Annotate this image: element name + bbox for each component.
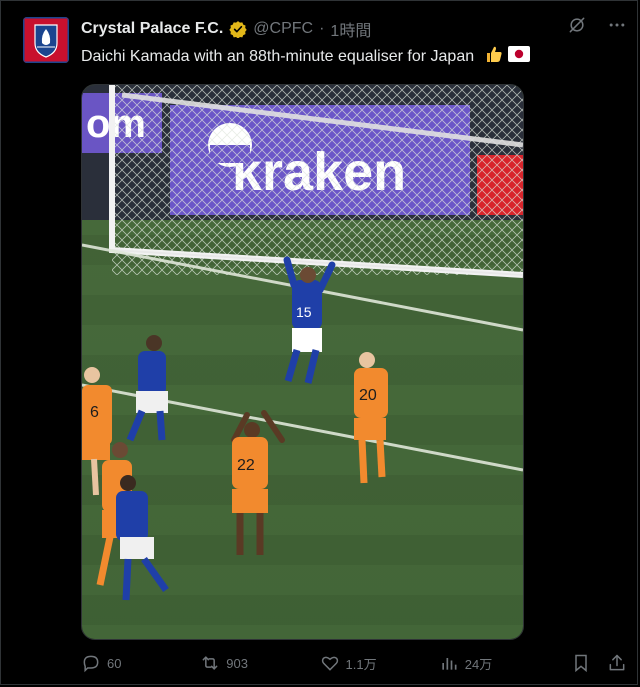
views-button[interactable]: 24万 [439,653,559,673]
heart-icon [321,656,338,671]
thumbs-up-emoji-icon [484,44,504,69]
player-6-number: 6 [90,404,99,421]
japan-flag-emoji-icon [508,46,531,67]
player-22-number: 22 [237,457,255,474]
share-icon [609,654,625,671]
action-bar: 60 903 1.1万 24万 [81,651,627,675]
verified-badge-icon [229,20,247,39]
player-15-number: 15 [296,304,312,320]
tweet-body: Daichi Kamada with an 88th-minute equali… [81,47,475,65]
reply-button[interactable]: 60 [81,653,200,673]
retweet-button[interactable]: 903 [200,653,319,673]
tweet-timestamp[interactable]: 1時間 [330,17,371,41]
like-button[interactable]: 1.1万 [320,653,439,673]
share-button[interactable] [607,653,627,673]
grok-icon[interactable] [567,15,587,35]
header-actions [567,15,627,35]
player-20-number: 20 [359,387,377,404]
retweet-count: 903 [226,655,248,671]
avatar[interactable] [23,17,69,63]
like-count: 1.1万 [345,656,377,672]
tweet-header: Crystal Palace F.C. @CPFC · 1時間 [81,17,617,41]
tweet-card: Crystal Palace F.C. @CPFC · 1時間 Daichi K… [0,0,638,685]
more-options-icon[interactable] [607,15,627,35]
reply-icon [83,655,99,673]
retweet-icon [202,656,218,670]
separator-dot: · [319,20,325,37]
account-handle[interactable]: @CPFC [253,20,313,38]
bookmark-icon [575,654,587,673]
reply-count: 60 [107,655,122,671]
account-name[interactable]: Crystal Palace F.C. [81,20,223,38]
bookmark-button[interactable] [571,653,591,673]
tweet-text: Daichi Kamada with an 88th-minute equali… [81,44,531,69]
views-chart-icon [442,658,457,670]
views-count: 24万 [464,656,493,672]
tweet-photo[interactable]: om kraken 15 [81,84,524,640]
